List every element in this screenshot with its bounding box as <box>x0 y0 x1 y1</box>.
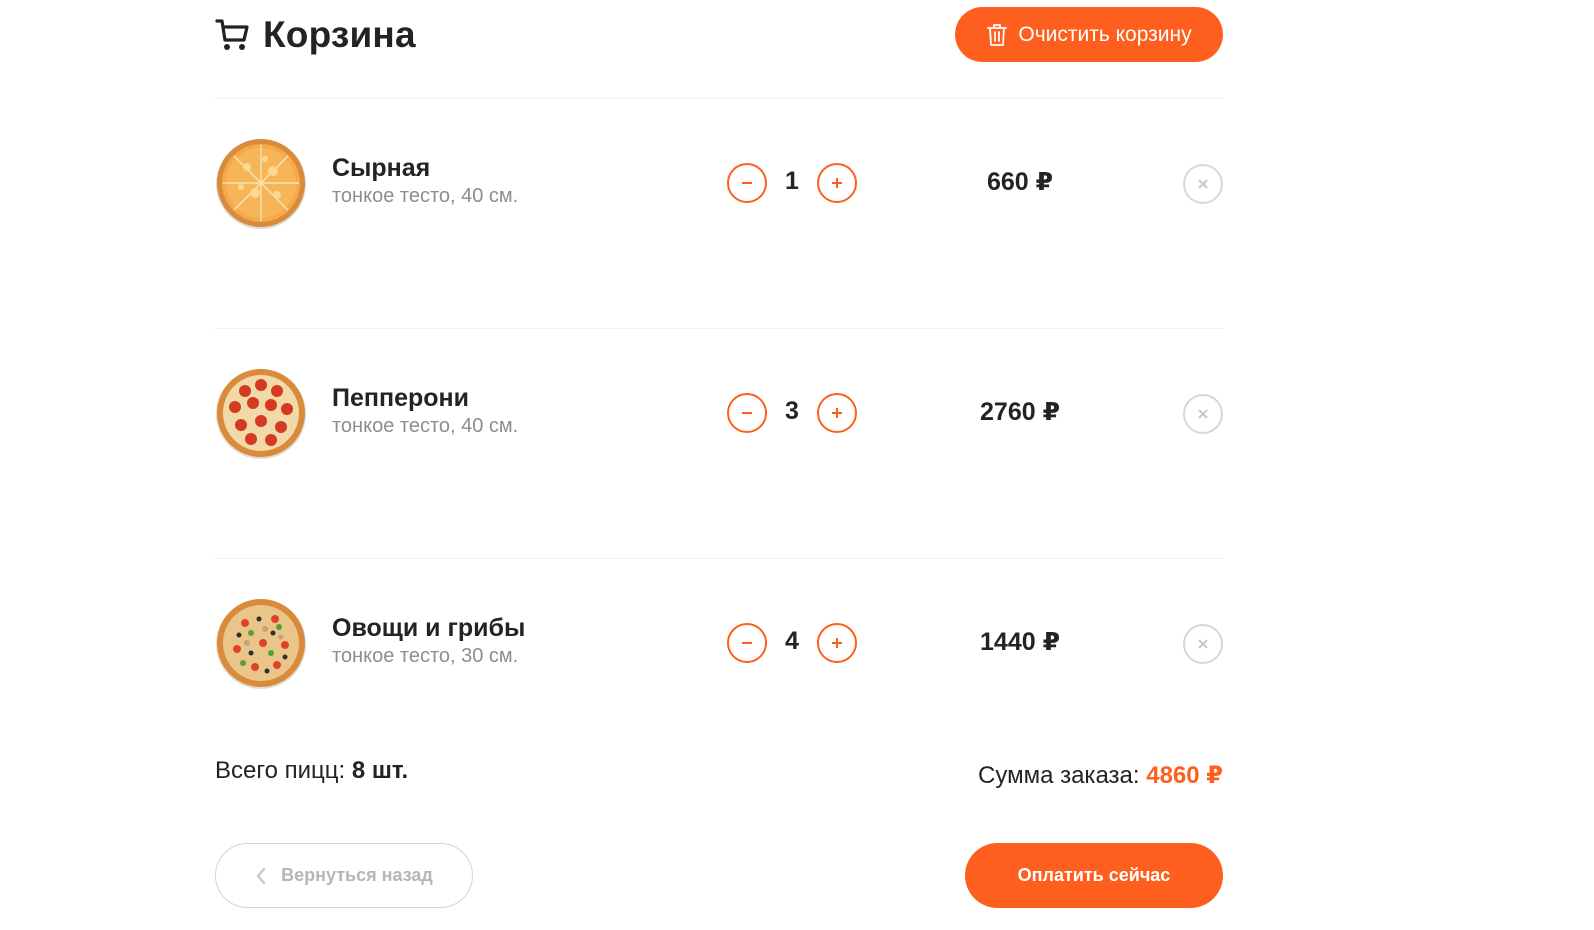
total-sum-label: Сумма заказа: <box>978 762 1140 789</box>
cart-header: Корзина Очистить корзину <box>215 7 1223 68</box>
total-count-label: Всего пицц: <box>215 757 346 784</box>
item-count: 4 <box>785 627 799 655</box>
item-info: Овощи и грибы тонкое тесто, 30 см. <box>332 613 525 669</box>
total-count-value: 8 шт. <box>351 757 409 784</box>
item-description: тонкое тесто, 40 см. <box>332 415 519 437</box>
increase-button[interactable] <box>817 163 857 203</box>
item-description: тонкое тесто, 40 см. <box>332 185 519 207</box>
cart-icon <box>215 19 249 50</box>
cheese-pizza-image <box>216 139 306 229</box>
trash-icon <box>987 23 1008 46</box>
item-name: Сырная <box>332 154 431 182</box>
back-button[interactable]: Вернуться назад <box>215 843 473 908</box>
minus-icon <box>742 412 752 414</box>
close-icon <box>1198 409 1208 419</box>
decrease-button[interactable] <box>727 393 767 433</box>
close-icon <box>1198 179 1208 189</box>
item-name: Овощи и грибы <box>332 614 526 642</box>
total-pizza-count: Всего пицц: 8 шт. <box>215 757 408 785</box>
vegetable-pizza-image <box>216 599 306 689</box>
cart-item: Пепперони тонкое тесто, 40 см. 3 2760 ₽ <box>215 367 1223 467</box>
plus-icon <box>832 408 842 418</box>
divider <box>215 328 1223 329</box>
remove-item-button[interactable] <box>1183 394 1223 434</box>
quantity-stepper: 1 <box>727 163 857 205</box>
minus-icon <box>742 182 752 184</box>
minus-icon <box>742 642 752 644</box>
close-icon <box>1198 639 1208 649</box>
page-title-text: Корзина <box>263 14 416 55</box>
plus-icon <box>832 178 842 188</box>
item-count: 3 <box>785 397 799 425</box>
cart-item: Сырная тонкое тесто, 40 см. 1 660 ₽ <box>215 137 1223 237</box>
quantity-stepper: 4 <box>727 623 857 665</box>
back-button-label: Вернуться назад <box>281 865 433 885</box>
item-info: Сырная тонкое тесто, 40 см. <box>332 153 518 209</box>
chevron-left-icon <box>257 867 266 884</box>
page-title: Корзина <box>215 12 416 58</box>
pay-now-button[interactable]: Оплатить сейчас <box>965 843 1223 908</box>
quantity-stepper: 3 <box>727 393 857 435</box>
clear-cart-label: Очистить корзину <box>1018 22 1192 46</box>
pay-button-label: Оплатить сейчас <box>1017 865 1171 885</box>
clear-cart-button[interactable]: Очистить корзину <box>955 7 1223 62</box>
order-total: Сумма заказа: 4860 ₽ <box>978 761 1223 790</box>
plus-icon <box>832 638 842 648</box>
item-name: Пепперони <box>332 384 469 412</box>
item-info: Пепперони тонкое тесто, 40 см. <box>332 383 518 439</box>
item-price: 660 ₽ <box>986 168 1054 196</box>
cart-page: Корзина Очистить корзину Сырная тонкое т… <box>215 0 1223 930</box>
item-count: 1 <box>785 167 799 195</box>
increase-button[interactable] <box>817 623 857 663</box>
item-description: тонкое тесто, 30 см. <box>332 645 519 667</box>
pepperoni-pizza-image <box>216 369 306 459</box>
remove-item-button[interactable] <box>1183 624 1223 664</box>
item-price: 2760 ₽ <box>980 398 1060 426</box>
divider <box>215 558 1223 559</box>
decrease-button[interactable] <box>727 623 767 663</box>
divider <box>215 98 1223 99</box>
remove-item-button[interactable] <box>1183 164 1223 204</box>
total-sum-value: 4860 ₽ <box>1146 762 1223 789</box>
cart-item: Овощи и грибы тонкое тесто, 30 см. 4 144… <box>215 597 1223 697</box>
increase-button[interactable] <box>817 393 857 433</box>
decrease-button[interactable] <box>727 163 767 203</box>
item-price: 1440 ₽ <box>980 628 1060 656</box>
